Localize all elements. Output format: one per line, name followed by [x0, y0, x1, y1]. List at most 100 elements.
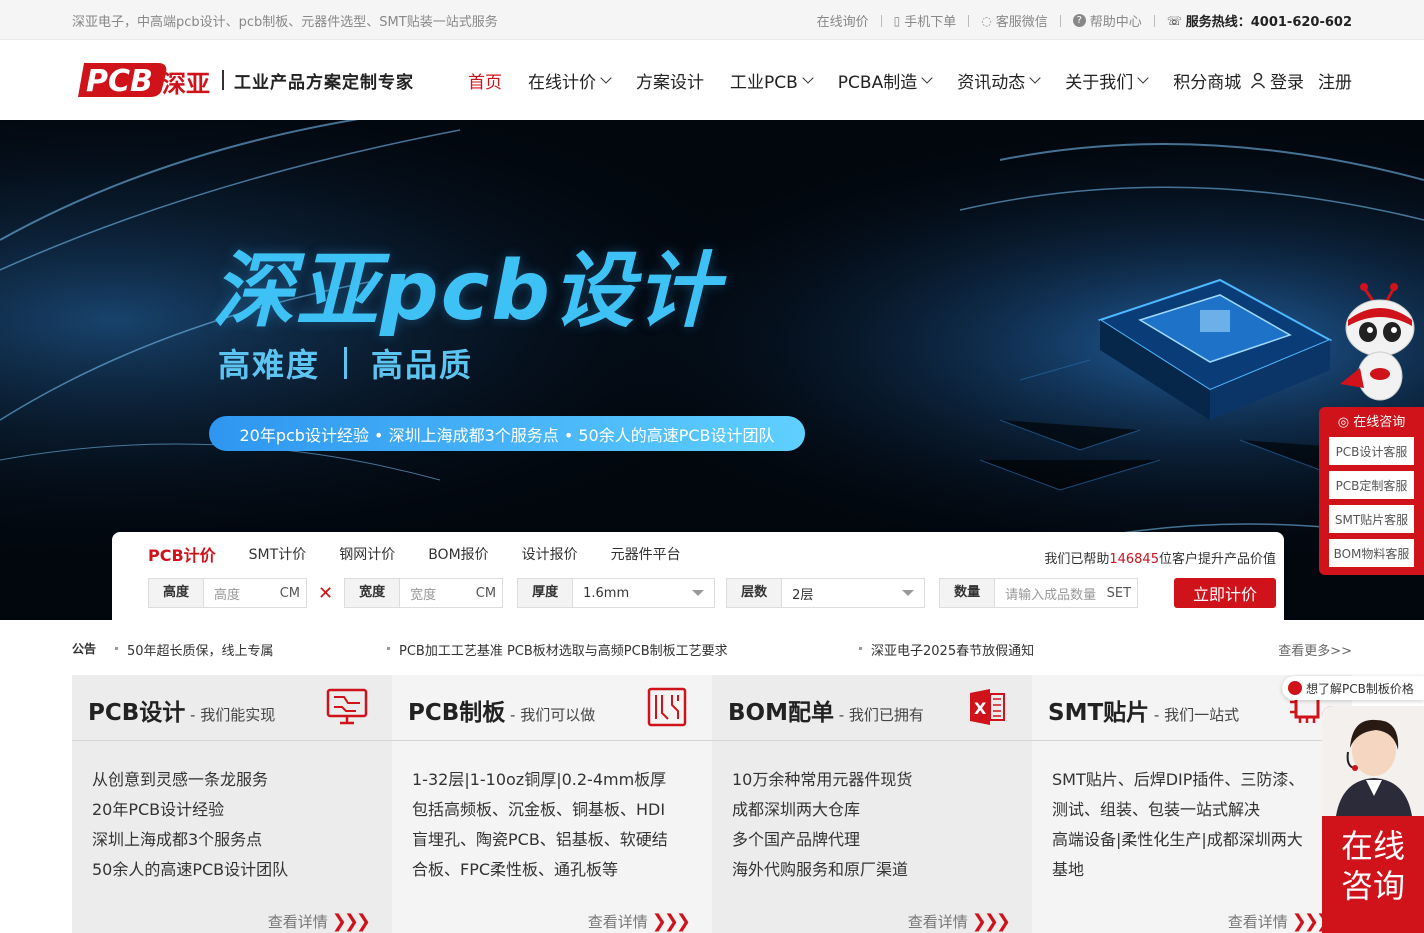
quantity-field: 数量 请输入成品数量 SET: [939, 578, 1139, 608]
notice-more-link[interactable]: 查看更多>>: [1278, 640, 1352, 659]
tab-smt-quote[interactable]: SMT计价: [249, 544, 307, 566]
card-line: 基地: [1052, 860, 1085, 879]
smt-service-button[interactable]: SMT贴片客服: [1329, 505, 1414, 533]
robot-mascot-icon[interactable]: [1334, 278, 1424, 408]
excel-icon: X: [970, 689, 1005, 725]
card-subtitle: - 我们能实现: [185, 706, 276, 724]
service-cards: PCB设计 - 我们能实现 从创意到灵感一条龙服务 20年PCB设计经验 深圳上…: [72, 675, 1352, 933]
quote-panel: PCB计价 SMT计价 钢网计价 BOM报价 设计报价 元器件平台 我们已帮助1…: [112, 532, 1284, 632]
card-line: 深圳上海成都3个服务点: [92, 830, 263, 849]
nav-industrial-pcb[interactable]: 工业PCB: [730, 68, 814, 93]
triple-chevron-icon: ❯❯❯: [651, 911, 691, 932]
subtitle-divider: [344, 347, 348, 379]
chevron-down-icon: [1029, 72, 1041, 84]
quote-tabs: PCB计价 SMT计价 钢网计价 BOM报价 设计报价 元器件平台: [148, 544, 714, 566]
phone-icon: ▯: [893, 13, 901, 28]
divider: [1153, 14, 1155, 27]
card-line: 海外代购服务和原厂渠道: [732, 860, 909, 879]
site-logo[interactable]: PCB 深亚: [76, 59, 212, 101]
nav-pcba[interactable]: PCBA制造: [838, 68, 933, 93]
divider: [880, 14, 882, 27]
card-line: 10万余种常用元器件现货: [732, 770, 913, 789]
tab-design-quote[interactable]: 设计报价: [522, 544, 578, 566]
consult-title: ◎ 在线咨询: [1337, 415, 1406, 430]
wechat-service-link[interactable]: ◌ 客服微信: [981, 11, 1048, 31]
card-line: 20年PCB设计经验: [92, 800, 225, 819]
card-title: PCB制板: [408, 700, 506, 726]
site-slogan: 深亚电子，中高端pcb设计、pcb制板、元器件选型、SMT贴装一站式服务: [72, 15, 498, 30]
notice-item[interactable]: PCB加工工艺基准 PCB板材选取与高频PCB制板工艺要求: [387, 640, 728, 659]
login-link[interactable]: 登录: [1270, 68, 1304, 93]
notice-item[interactable]: 50年超长质保，线上专属: [115, 640, 274, 659]
user-icon: [1250, 72, 1266, 89]
card-pcb-fabrication[interactable]: PCB制板 - 我们可以做 1-32层|1-10oz铜厚|0.2-4mm板厚 包…: [392, 675, 712, 933]
main-header: PCB 深亚 工业产品方案定制专家 首页 在线计价 方案设计 工业PCB PCB…: [0, 40, 1424, 120]
card-subtitle: - 我们已拥有: [833, 706, 924, 724]
thickness-select[interactable]: 厚度 1.6mm: [517, 578, 716, 608]
card-subtitle: - 我们一站式: [1149, 706, 1240, 724]
logo-divider: [222, 70, 224, 90]
card-line: SMT贴片、后焊DIP插件、三防漆、: [1052, 770, 1305, 789]
card-details-link[interactable]: 查看详情 ❯❯❯: [1228, 911, 1331, 932]
chat-icon: ◎: [1337, 415, 1354, 430]
service-hotline: ☏ 服务热线：4001-620-602: [1166, 13, 1352, 31]
calculate-button[interactable]: 立即计价: [1174, 578, 1276, 608]
tab-stencil-quote[interactable]: 钢网计价: [339, 544, 395, 566]
help-icon: ?: [1072, 14, 1086, 27]
quote-form: 高度 高度 CM ✕ 宽度 宽度 CM 厚度 1.6mm 层数 2层 数量 请输…: [148, 578, 1139, 608]
bom-service-button[interactable]: BOM物料客服: [1329, 539, 1414, 567]
card-title: BOM配单: [728, 700, 834, 726]
card-bom[interactable]: BOM配单 - 我们已拥有 X 10万余种常用元器件现货 成都深圳两大仓库 多个…: [712, 675, 1032, 933]
telephone-icon: ☏: [1166, 13, 1182, 28]
pcb-design-service-button[interactable]: PCB设计客服: [1329, 437, 1414, 465]
card-details-link[interactable]: 查看详情 ❯❯❯: [588, 911, 691, 932]
nav-solution-design[interactable]: 方案设计: [636, 68, 704, 93]
tab-bom-quote[interactable]: BOM报价: [428, 544, 488, 566]
thickness-value: 1.6mm: [583, 585, 630, 601]
register-link[interactable]: 注册: [1318, 68, 1352, 93]
top-links: 在线询价 ▯ 手机下单 ◌ 客服微信 ? 帮助中心 ☏ 服务热线：4001-620-60…: [817, 11, 1352, 31]
tab-pcb-quote[interactable]: PCB计价: [148, 542, 216, 566]
triple-chevron-icon: ❯❯❯: [331, 911, 371, 932]
width-input[interactable]: 宽度: [400, 584, 476, 603]
card-line: 成都深圳两大仓库: [732, 800, 861, 819]
nav-news[interactable]: 资讯动态: [957, 68, 1041, 93]
online-agent-widget[interactable]: 在线 咨询: [1322, 706, 1424, 933]
logo-text: PCB: [86, 64, 153, 99]
subtitle-left: 高难度: [218, 346, 321, 384]
quantity-input[interactable]: 请输入成品数量: [995, 584, 1107, 603]
user-box: 登录 注册: [1250, 68, 1352, 93]
banner-title: 深亚pcb设计: [212, 244, 721, 339]
layers-select[interactable]: 层数 2层: [726, 578, 926, 608]
card-pcb-design[interactable]: PCB设计 - 我们能实现 从创意到灵感一条龙服务 20年PCB设计经验 深圳上…: [72, 675, 392, 933]
price-tip-bubble[interactable]: 想了解PCB制板价格: [1282, 676, 1424, 700]
notice-item[interactable]: 深亚电子2025春节放假通知: [858, 640, 1034, 659]
chevron-down-icon: [921, 72, 933, 84]
help-center-link[interactable]: ? 帮助中心: [1072, 11, 1142, 30]
card-smt[interactable]: SMT贴片 - 我们一站式 SMT贴片、后焊DIP插件、三防漆、 测试、组装、包…: [1032, 675, 1352, 933]
pcb-custom-service-button[interactable]: PCB定制客服: [1329, 471, 1414, 499]
card-details-link[interactable]: 查看详情 ❯❯❯: [908, 911, 1011, 932]
card-line: 从创意到灵感一条龙服务: [92, 770, 269, 789]
tab-component-platform[interactable]: 元器件平台: [611, 544, 681, 566]
chevron-down-icon: [600, 72, 612, 84]
main-nav: 首页 在线计价 方案设计 工业PCB PCBA制造 资讯动态 关于我们 积分商城: [468, 68, 1267, 93]
nav-online-quote[interactable]: 在线计价: [528, 68, 612, 93]
nav-points-mall[interactable]: 积分商城: [1173, 68, 1241, 93]
card-line: 测试、组装、包装一站式解决: [1052, 800, 1261, 819]
nav-home[interactable]: 首页: [468, 68, 502, 93]
circuit-board-icon: [647, 687, 687, 727]
card-details-link[interactable]: 查看详情 ❯❯❯: [268, 911, 371, 932]
svg-text:X: X: [974, 699, 987, 718]
card-title: SMT贴片: [1048, 700, 1150, 726]
card-line: 50余人的高速PCB设计团队: [92, 860, 289, 879]
online-consult-panel: ◎ 在线咨询 PCB设计客服 PCB定制客服 SMT贴片客服 BOM物料客服: [1319, 407, 1424, 575]
card-line: 多个国产品牌代理: [732, 830, 861, 849]
mobile-order-link[interactable]: ▯ 手机下单: [893, 11, 957, 31]
online-inquiry-link[interactable]: 在线询价: [817, 11, 869, 30]
nav-about[interactable]: 关于我们: [1065, 68, 1149, 93]
height-input[interactable]: 高度: [204, 584, 280, 603]
card-line: 合板、FPC柔性板、通孔板等: [412, 860, 619, 879]
card-line: 包括高频板、沉金板、铜基板、HDI: [412, 800, 666, 819]
top-bar: 深亚电子，中高端pcb设计、pcb制板、元器件选型、SMT贴装一站式服务 在线询…: [0, 0, 1424, 40]
